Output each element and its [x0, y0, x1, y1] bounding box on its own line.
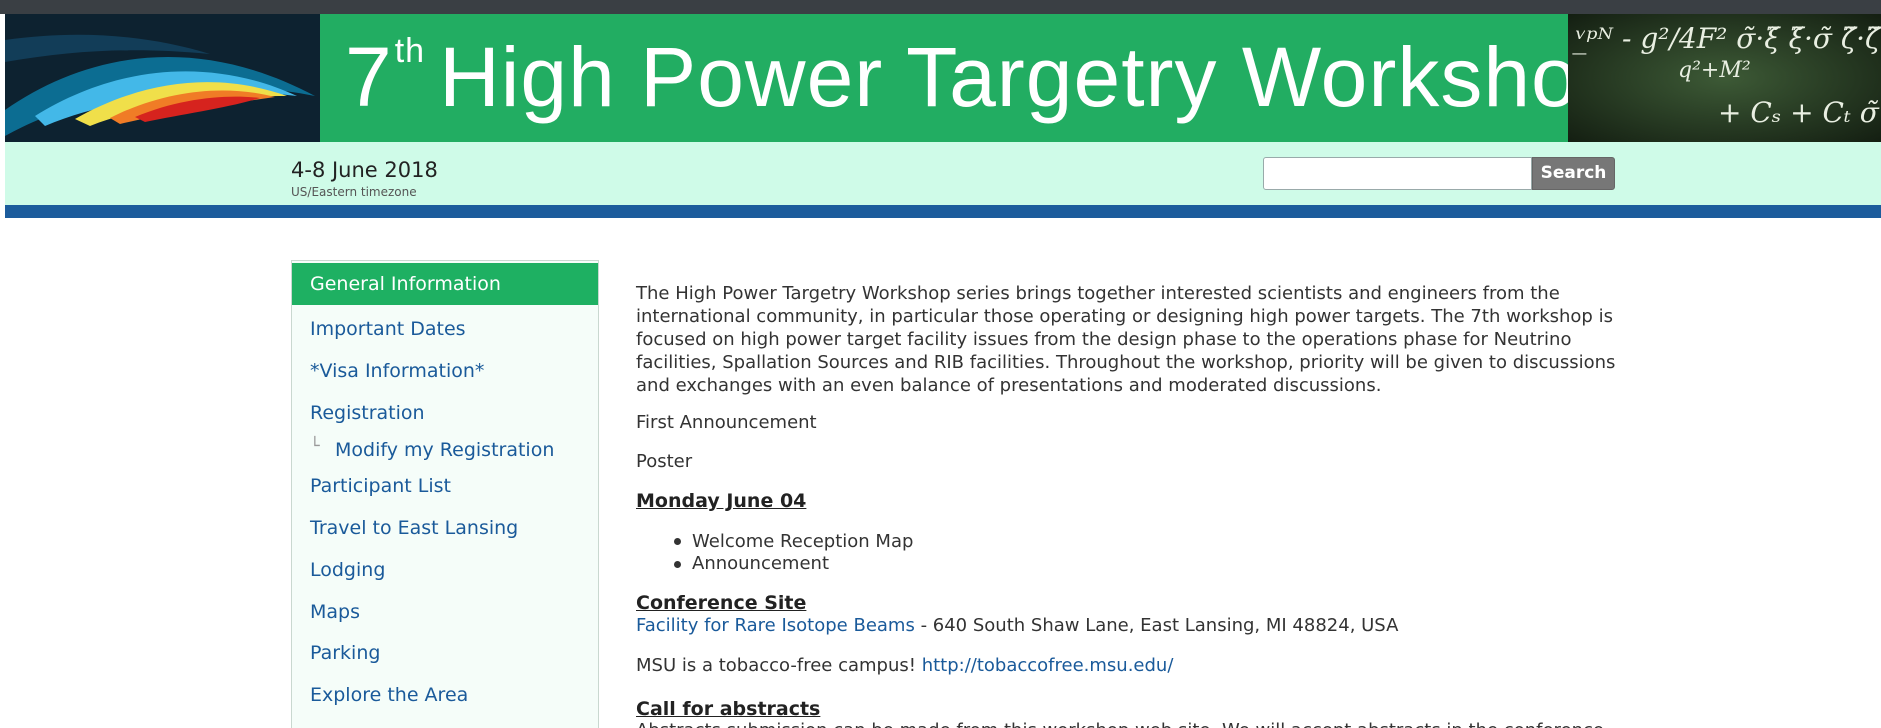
sidebar-item-registration[interactable]: Registration [310, 402, 425, 424]
poster-link[interactable]: Poster [636, 451, 692, 472]
conference-site-address: - 640 South Shaw Lane, East Lansing, MI … [914, 615, 1399, 636]
abstracts-text: Abstracts submission can be made from th… [636, 720, 1604, 728]
bullet-icon [674, 561, 681, 568]
sidebar-item-important-dates[interactable]: Important Dates [310, 318, 466, 340]
tobacco-text: MSU is a tobacco-free campus! [636, 655, 922, 676]
announcement-item: Announcement [692, 553, 830, 574]
welcome-reception-map-link[interactable]: Welcome Reception Map [692, 531, 913, 552]
submenu-marker-icon: └ [310, 436, 320, 455]
sidebar-menu: General Information Important Dates *Vis… [291, 260, 599, 728]
tobacco-free-link[interactable]: http://tobaccofree.msu.edu/ [922, 655, 1174, 676]
sidebar-item-modify-registration[interactable]: Modify my Registration [335, 439, 554, 461]
equation-line-3: + Cₛ + Cₜ σ̃·σ̃ [1718, 96, 1881, 129]
event-date: 4-8 June 2018 [291, 158, 438, 182]
sidebar-item-lodging[interactable]: Lodging [310, 559, 385, 581]
intro-line: and exchanges with an even balance of pr… [636, 375, 1382, 396]
conference-site-heading: Conference Site [636, 592, 807, 614]
sidebar-item-parking[interactable]: Parking [310, 642, 380, 664]
intro-paragraph: The High Power Targetry Workshop series … [636, 282, 1636, 397]
sidebar-item-participant-list[interactable]: Participant List [310, 475, 451, 497]
intro-line: facilities, Spallation Sources and RIB f… [636, 352, 1616, 373]
window-top-bar [0, 0, 1881, 14]
event-subheader: 4-8 June 2018 US/Eastern timezone Search [5, 142, 1881, 205]
sidebar-item-maps[interactable]: Maps [310, 601, 360, 623]
bullet-icon [674, 538, 681, 545]
conference-site-line: Facility for Rare Isotope Beams - 640 So… [636, 615, 1398, 636]
search-button[interactable]: Search [1532, 157, 1615, 190]
intro-line: international community, in particular t… [636, 306, 1613, 327]
sidebar-item-general-information[interactable]: General Information [292, 263, 598, 305]
header-divider-bar [5, 205, 1881, 218]
search-input[interactable] [1263, 157, 1532, 190]
intro-line: focused on high power target facility is… [636, 329, 1572, 350]
sidebar-item-explore-area[interactable]: Explore the Area [310, 684, 468, 706]
workshop-banner: 7th High Power Targetry Workshop ᵛ̲ᵖᴺ - g… [5, 14, 1881, 142]
first-announcement-link[interactable]: First Announcement [636, 412, 817, 433]
tobacco-line: MSU is a tobacco-free campus! http://tob… [636, 655, 1173, 676]
banner-title: 7th High Power Targetry Workshop [345, 30, 1627, 124]
banner-equations-image: ᵛ̲ᵖᴺ - g²/4F² σ̃·ξ̃ ξ̃·σ̃ ζ̃·ζ̃ q²+M² + … [1568, 14, 1881, 142]
call-for-abstracts-heading: Call for abstracts [636, 698, 821, 720]
frib-link[interactable]: Facility for Rare Isotope Beams [636, 615, 915, 636]
equation-line-1: ᵛ̲ᵖᴺ - g²/4F² σ̃·ξ̃ ξ̃·σ̃ ζ̃·ζ̃ [1576, 22, 1881, 55]
event-timezone: US/Eastern timezone [291, 185, 417, 199]
banner-simulation-image [5, 14, 320, 142]
equation-line-2: q²+M² [1678, 58, 1751, 83]
monday-heading: Monday June 04 [636, 490, 807, 512]
sidebar-item-visa-information[interactable]: *Visa Information* [310, 360, 484, 382]
sidebar-item-travel[interactable]: Travel to East Lansing [310, 517, 518, 539]
intro-line: The High Power Targetry Workshop series … [636, 283, 1560, 304]
